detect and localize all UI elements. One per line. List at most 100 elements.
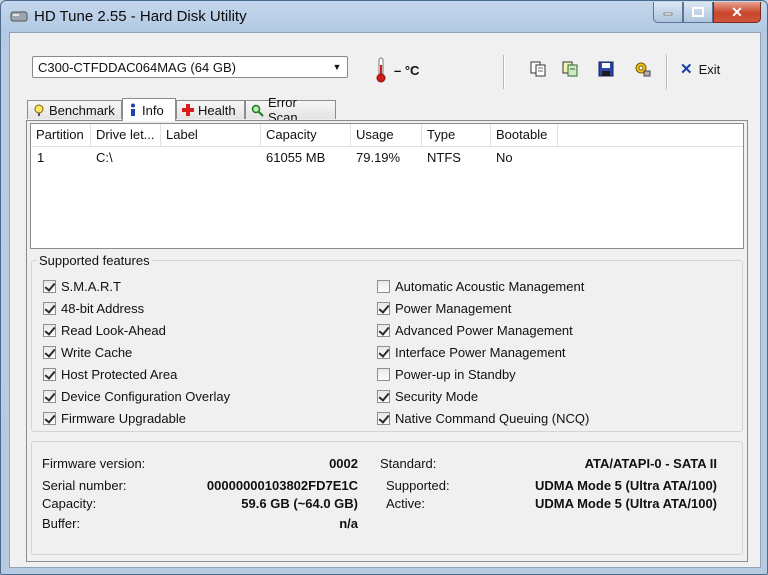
maximize-icon [692, 7, 704, 17]
checkbox-box[interactable] [43, 301, 56, 315]
chevron-down-icon: ▼ [332, 62, 342, 72]
checkbox-box[interactable] [377, 323, 390, 337]
exit-icon: ✕ [680, 61, 693, 78]
feature-label: Read Look-Ahead [61, 322, 166, 338]
tab-info-label: Info [142, 102, 164, 118]
capacity-label: Capacity: [42, 496, 97, 511]
table-cell: 1 [37, 150, 45, 165]
feature-label: Firmware Upgradable [61, 410, 186, 426]
checkbox-box[interactable] [377, 301, 390, 315]
column-header[interactable]: Drive let... [91, 124, 161, 146]
minimize-button[interactable] [653, 2, 683, 23]
exit-label: Exit [698, 61, 721, 77]
tab-info[interactable]: Info [122, 98, 176, 121]
feature-checkbox[interactable]: S.M.A.R.T [43, 278, 121, 294]
tab-benchmark-label: Benchmark [49, 102, 115, 118]
maximize-button[interactable] [683, 2, 713, 23]
feature-checkbox[interactable]: Native Command Queuing (NCQ) [377, 410, 589, 426]
buffer-label: Buffer: [42, 516, 81, 531]
tab-health-label: Health [198, 102, 236, 118]
partition-list-header: Partition Drive let... Label Capacity Us… [31, 124, 743, 147]
window-controls: ✕ [653, 2, 761, 24]
feature-label: Power-up in Standby [395, 366, 516, 382]
checkbox-box[interactable] [377, 389, 390, 403]
toolbar-separator [503, 55, 505, 89]
options-icon[interactable] [634, 60, 652, 78]
active-value: UDMA Mode 5 (Ultra ATA/100) [534, 496, 717, 511]
app-disk-icon [10, 11, 28, 22]
supported-label: Supported: [386, 478, 450, 493]
partition-list[interactable]: Partition Drive let... Label Capacity Us… [30, 123, 744, 249]
tab-error-scan[interactable]: Error Scan [245, 95, 336, 125]
checkbox-box[interactable] [43, 323, 56, 337]
close-button[interactable]: ✕ [713, 2, 761, 23]
checkbox-box[interactable] [377, 279, 390, 293]
table-cell: 79.19% [356, 150, 401, 165]
table-cell: No [496, 150, 513, 165]
feature-checkbox[interactable]: 48-bit Address [43, 300, 144, 316]
checkbox-box[interactable] [377, 411, 390, 425]
feature-checkbox[interactable]: Security Mode [377, 388, 478, 404]
serial-value: 00000000103802FD7E1C [206, 478, 358, 493]
column-header[interactable]: Usage [351, 124, 422, 146]
feature-label: S.M.A.R.T [61, 278, 121, 294]
feature-checkbox[interactable]: Host Protected Area [43, 366, 177, 382]
standard-value: ATA/ATAPI-0 - SATA II [584, 456, 717, 471]
feature-checkbox[interactable]: Write Cache [43, 344, 132, 360]
feature-checkbox[interactable]: Power Management [377, 300, 511, 316]
tab-health[interactable]: Health [176, 100, 245, 119]
group-title: Supported features [37, 253, 152, 268]
drive-select-value: C300-CTFDDAC064MAG (64 GB) [38, 60, 236, 75]
tab-benchmark[interactable]: Benchmark [27, 100, 122, 119]
toolbar-separator [666, 55, 668, 89]
column-header[interactable]: Label [161, 124, 261, 146]
table-cell: NTFS [427, 150, 461, 165]
copy-icon[interactable] [529, 60, 547, 78]
feature-label: Interface Power Management [395, 344, 566, 360]
health-icon [182, 104, 194, 116]
checkbox-box[interactable] [43, 279, 56, 293]
save-icon[interactable] [597, 60, 615, 78]
drive-select[interactable]: C300-CTFDDAC064MAG (64 GB) ▼ [32, 56, 348, 78]
column-header[interactable]: Type [422, 124, 491, 146]
active-label: Active: [386, 496, 426, 511]
column-header[interactable]: Capacity [261, 124, 351, 146]
feature-label: Advanced Power Management [395, 322, 573, 338]
buffer-value: n/a [339, 516, 358, 531]
firmware-value: 0002 [329, 456, 358, 471]
checkbox-box[interactable] [43, 345, 56, 359]
feature-checkbox[interactable]: Read Look-Ahead [43, 322, 166, 338]
copy-all-icon[interactable] [561, 60, 579, 78]
thermometer-icon [376, 57, 386, 83]
close-icon: ✕ [731, 3, 743, 20]
column-header[interactable]: Partition [31, 124, 91, 146]
info-icon [131, 103, 135, 116]
feature-checkbox[interactable]: Device Configuration Overlay [43, 388, 230, 404]
benchmark-icon [34, 104, 44, 116]
feature-label: Automatic Acoustic Management [395, 278, 585, 294]
checkbox-box[interactable] [377, 367, 390, 381]
supported-features-group: Supported features S.M.A.R.T 48-bit Addre… [31, 253, 743, 432]
title-bar[interactable]: HD Tune 2.55 - Hard Disk Utility ✕ [1, 1, 767, 33]
feature-checkbox[interactable]: Automatic Acoustic Management [377, 278, 584, 294]
table-cell: 61055 MB [266, 150, 326, 165]
feature-label: Write Cache [61, 344, 133, 360]
supported-value: UDMA Mode 5 (Ultra ATA/100) [534, 478, 717, 493]
standard-label: Standard: [380, 456, 437, 471]
firmware-label: Firmware version: [42, 456, 146, 471]
checkbox-box[interactable] [377, 345, 390, 359]
info-tab-panel: Partition Drive let... Label Capacity Us… [26, 120, 748, 562]
feature-checkbox[interactable]: Interface Power Management [377, 344, 566, 360]
feature-checkbox[interactable]: Power-up in Standby [377, 366, 516, 382]
checkbox-box[interactable] [43, 411, 56, 425]
feature-label: Native Command Queuing (NCQ) [395, 410, 590, 426]
feature-checkbox[interactable]: Advanced Power Management [377, 322, 573, 338]
exit-button[interactable]: ✕ Exit [680, 59, 720, 79]
checkbox-box[interactable] [43, 367, 56, 381]
feature-checkbox[interactable]: Firmware Upgradable [43, 410, 186, 426]
client-area: C300-CTFDDAC064MAG (64 GB) ▼ – °C ✕ Exit… [9, 32, 761, 568]
drive-info-group: Firmware version: 0002 Serial number: 00… [31, 441, 743, 555]
feature-label: 48-bit Address [61, 300, 145, 316]
column-header[interactable]: Bootable [491, 124, 558, 146]
checkbox-box[interactable] [43, 389, 56, 403]
